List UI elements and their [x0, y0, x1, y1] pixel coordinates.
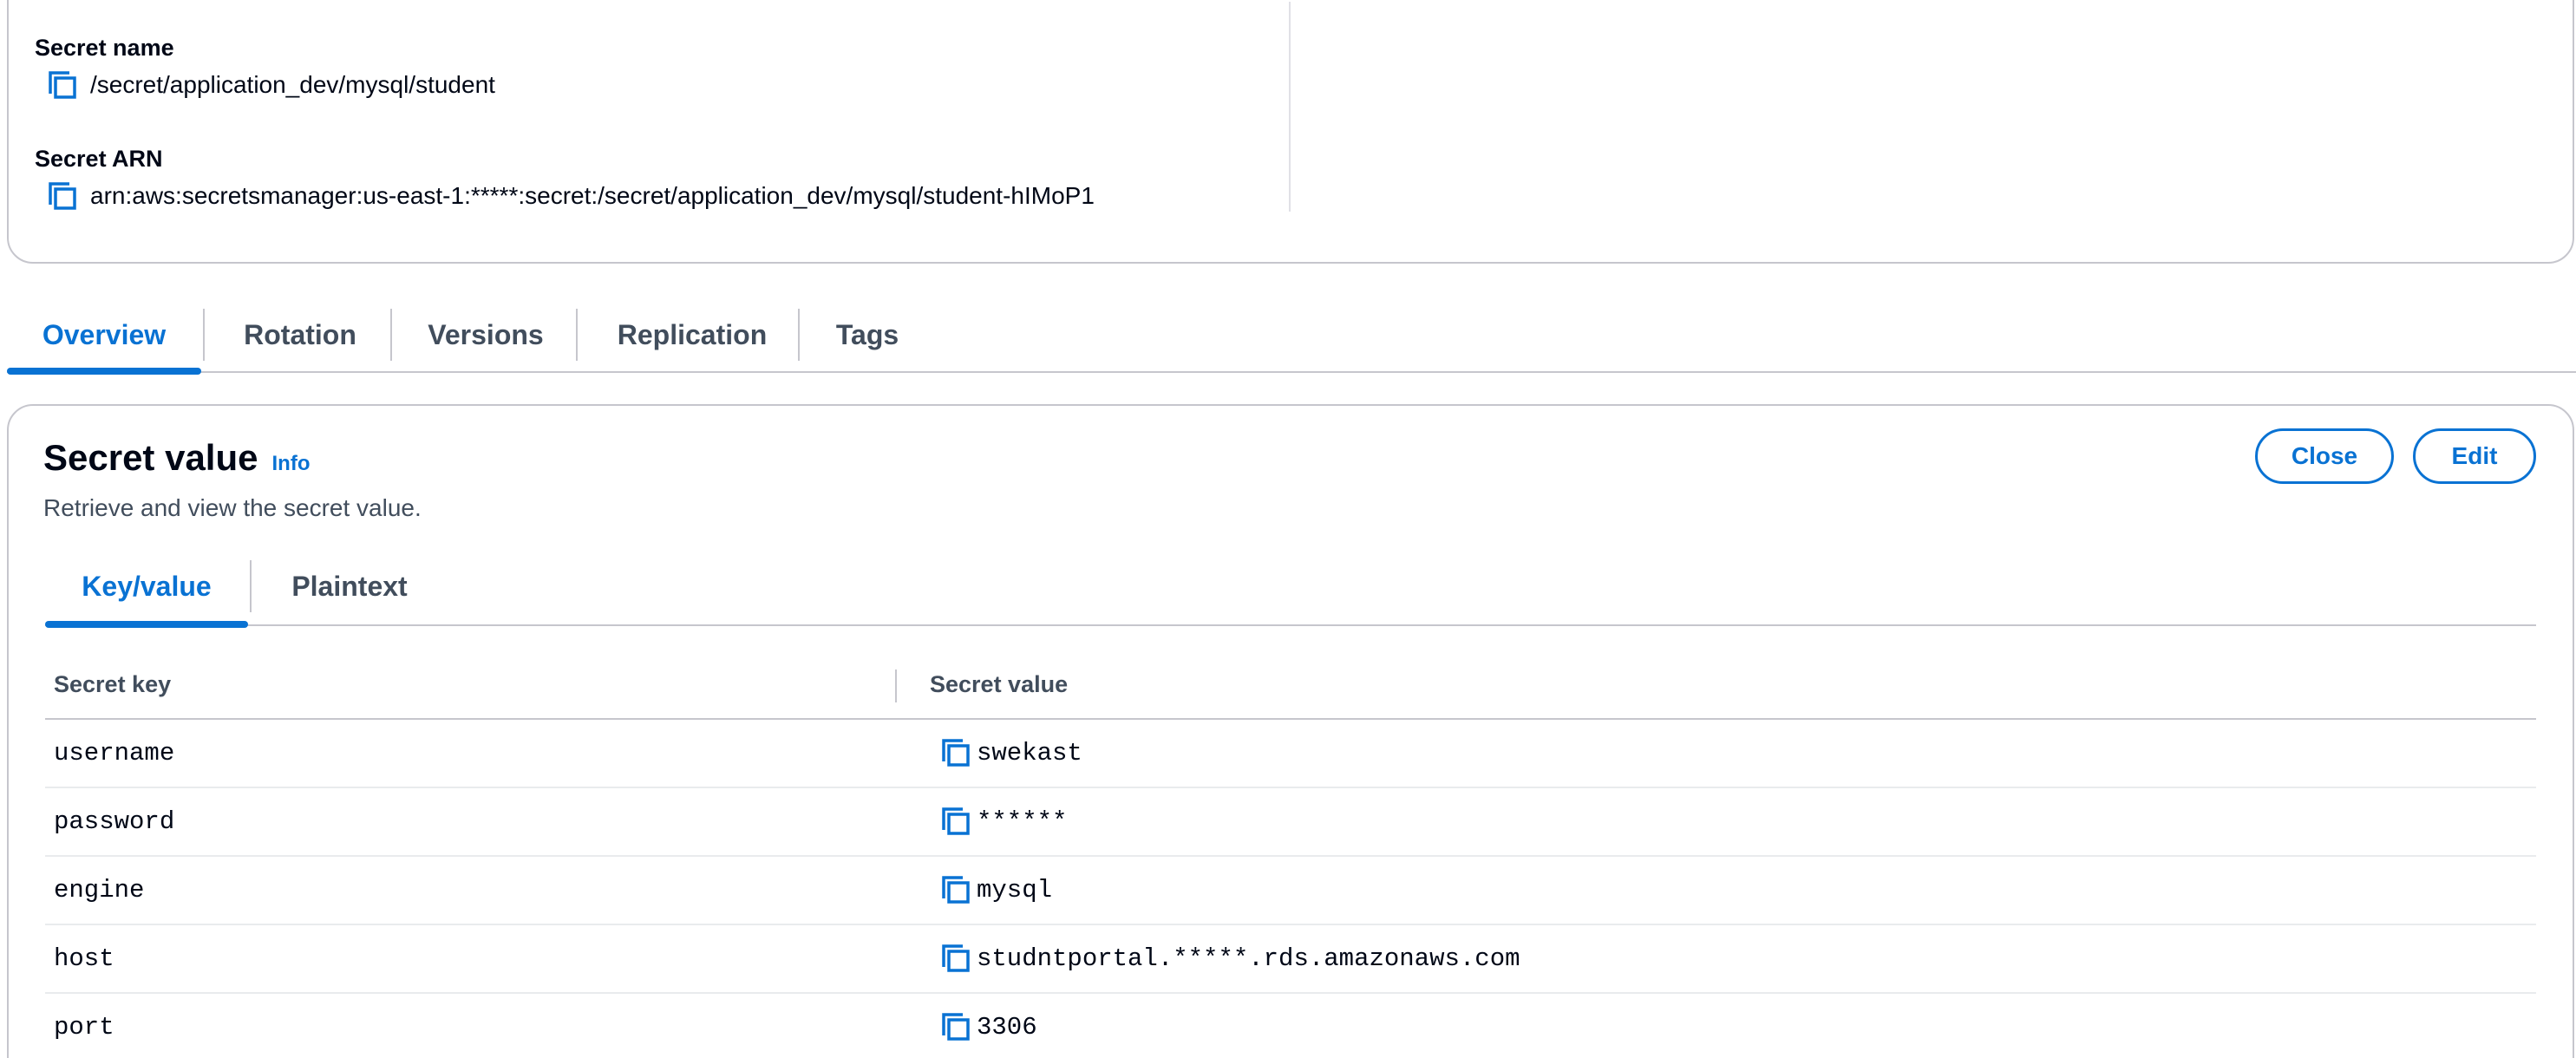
active-tab-indicator — [45, 621, 248, 628]
table-header: Secret key Secret value — [45, 652, 2536, 720]
column-divider — [1289, 2, 1291, 212]
secret-arn-text: arn:aws:secretsmanager:us-east-1:*****:s… — [90, 182, 1095, 209]
table-row: password ****** — [45, 788, 2536, 857]
copy-icon[interactable] — [45, 179, 80, 213]
tab-overview[interactable]: Overview — [7, 300, 201, 375]
copy-icon[interactable] — [938, 735, 973, 770]
info-link[interactable]: Info — [272, 452, 311, 476]
secret-key-cell: password — [54, 807, 175, 836]
edit-button[interactable]: Edit — [2413, 428, 2536, 484]
column-resize-handle[interactable] — [895, 669, 897, 702]
secret-details-panel — [7, 0, 2574, 264]
secret-value-text: swekast — [977, 738, 1082, 767]
table-row: username swekast — [45, 720, 2536, 788]
tab-tags-label: Tags — [835, 319, 899, 350]
column-header-secret-value: Secret value — [930, 671, 1069, 697]
tab-overview-label: Overview — [42, 319, 167, 350]
secret-key-cell: engine — [54, 876, 145, 905]
secret-name-value: /secret/application_dev/mysql/student — [45, 68, 495, 102]
secret-arn-value: arn:aws:secretsmanager:us-east-1:*****:s… — [45, 179, 1095, 213]
tab-replication-label: Replication — [617, 319, 768, 350]
table-row: host studntportal.*****.rds.amazonaws.co… — [45, 925, 2536, 994]
secret-key-cell: host — [54, 944, 114, 973]
tab-versions-label: Versions — [428, 319, 544, 350]
secret-key-cell: port — [54, 1013, 114, 1042]
secret-value-title: Secret value — [43, 437, 258, 478]
secret-value-cell: mysql — [938, 872, 1052, 907]
secret-key-value-table: Secret key Secret value username swekast… — [45, 652, 2536, 1058]
copy-icon[interactable] — [938, 1009, 973, 1044]
copy-icon[interactable] — [938, 941, 973, 976]
table-row: engine mysql — [45, 857, 2536, 925]
tab-rotation[interactable]: Rotation — [205, 300, 396, 373]
secret-key-cell: username — [54, 739, 175, 767]
secret-value-description: Retrieve and view the secret value. — [43, 494, 422, 521]
copy-icon[interactable] — [938, 804, 973, 839]
secret-value-cell: swekast — [938, 735, 1082, 770]
secret-value-cell: ****** — [938, 804, 1067, 839]
secret-value-panel: Secret value Info Retrieve and view the … — [7, 404, 2574, 1058]
secret-value-cell: studntportal.*****.rds.amazonaws.com — [938, 941, 1520, 976]
secret-value-header: Secret value Info — [43, 437, 310, 479]
copy-icon[interactable] — [938, 872, 973, 907]
copy-icon[interactable] — [45, 68, 80, 102]
secret-name-label: Secret name — [35, 35, 174, 61]
secret-arn-label: Secret ARN — [35, 146, 163, 172]
tab-versions[interactable]: Versions — [392, 300, 579, 373]
column-header-secret-key: Secret key — [54, 671, 172, 697]
tab-replication[interactable]: Replication — [578, 300, 807, 373]
active-tab-indicator — [7, 368, 201, 375]
tab-key-value[interactable]: Key/value — [45, 553, 248, 628]
tab-key-value-label: Key/value — [82, 571, 212, 602]
secret-format-tab-bar: Key/value Plaintext — [45, 553, 2536, 628]
tab-tags[interactable]: Tags — [800, 300, 935, 373]
secret-name-text: /secret/application_dev/mysql/student — [90, 71, 495, 98]
secret-value-text: 3306 — [977, 1012, 1037, 1042]
table-row: port 3306 — [45, 994, 2536, 1058]
secret-value-text: studntportal.*****.rds.amazonaws.com — [977, 944, 1520, 973]
close-button[interactable]: Close — [2255, 428, 2394, 484]
tab-rotation-label: Rotation — [244, 319, 356, 350]
secret-value-text: mysql — [977, 875, 1053, 905]
tab-plaintext-label: Plaintext — [291, 571, 408, 602]
secret-value-cell: 3306 — [938, 1009, 1037, 1044]
main-tab-bar: Overview Rotation Versions Replication T… — [7, 300, 2576, 375]
tab-plaintext[interactable]: Plaintext — [252, 553, 448, 626]
secret-value-text: ****** — [977, 807, 1068, 836]
